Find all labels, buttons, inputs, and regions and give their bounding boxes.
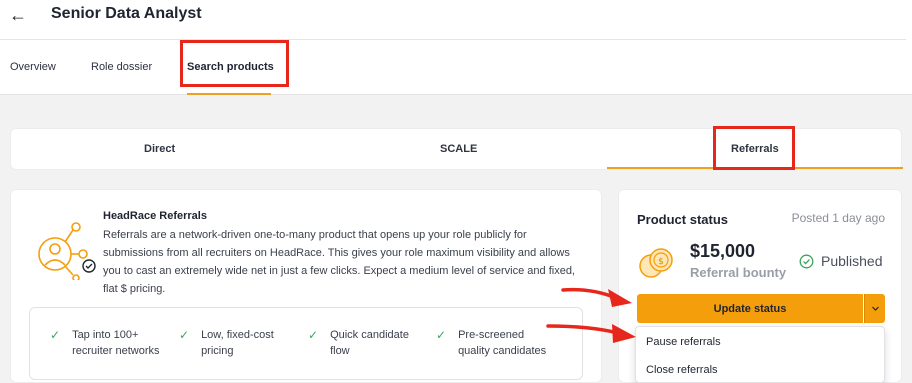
- feature-item: ✓ Low, fixed-cost pricing: [179, 327, 274, 359]
- menu-item-close-referrals[interactable]: Close referrals: [646, 364, 718, 376]
- feature-text: Low, fixed-cost: [201, 329, 274, 341]
- status-dropdown-menu: Pause referrals Close referrals: [635, 326, 885, 383]
- highlight-box: [713, 126, 795, 170]
- feature-text: quality candidates: [458, 345, 547, 357]
- product-name: HeadRace Referrals: [103, 210, 207, 222]
- update-status-label: Update status: [713, 302, 787, 315]
- bounty-label: Referral bounty: [690, 265, 787, 280]
- tab-role-dossier[interactable]: Role dossier: [91, 61, 152, 73]
- active-tab-indicator: [187, 93, 271, 95]
- check-icon: ✓: [50, 328, 61, 342]
- feature-text: Tap into 100+: [72, 329, 139, 341]
- network-referral-icon: [38, 222, 96, 280]
- top-header: ← Senior Data Analyst Overview Role doss…: [0, 0, 912, 95]
- check-icon: ✓: [436, 328, 447, 342]
- feature-text: flow: [330, 345, 350, 357]
- check-circle-icon: [799, 254, 814, 269]
- status-title: Product status: [637, 212, 729, 227]
- feature-text: Quick candidate: [330, 329, 409, 341]
- check-icon: ✓: [179, 328, 190, 342]
- update-status-button[interactable]: Update status: [637, 294, 863, 323]
- posted-date: Posted 1 day ago: [791, 211, 885, 225]
- check-icon: ✓: [308, 328, 319, 342]
- feature-list: ✓ Tap into 100+ recruiter networks ✓ Low,…: [29, 307, 583, 380]
- menu-item-pause-referrals[interactable]: Pause referrals: [646, 336, 721, 348]
- product-card: HeadRace Referrals Referrals are a netwo…: [10, 189, 602, 383]
- update-status-dropdown-toggle[interactable]: [864, 294, 885, 323]
- svg-text:$: $: [658, 257, 664, 267]
- product-tab-direct[interactable]: Direct: [144, 143, 175, 155]
- chevron-down-icon: [872, 306, 879, 311]
- feature-item: ✓ Tap into 100+ recruiter networks: [50, 327, 159, 359]
- back-arrow-icon[interactable]: ←: [9, 5, 27, 26]
- feature-text: recruiter networks: [72, 345, 160, 357]
- feature-text: Pre-screened: [458, 329, 525, 341]
- highlight-box: [180, 40, 289, 87]
- page-title: Senior Data Analyst: [51, 5, 202, 22]
- feature-item: ✓ Quick candidate flow: [308, 327, 409, 359]
- coins-icon: $: [639, 248, 673, 278]
- published-status: Published: [821, 253, 883, 269]
- tab-overview[interactable]: Overview: [10, 61, 56, 73]
- divider: [0, 39, 906, 40]
- product-description: Referrals are a network-driven one-to-ma…: [103, 229, 575, 295]
- product-tab-scale[interactable]: SCALE: [440, 143, 477, 155]
- bounty-amount: $15,000: [690, 241, 756, 261]
- feature-item: ✓ Pre-screened quality candidates: [436, 327, 546, 359]
- feature-text: pricing: [201, 345, 234, 357]
